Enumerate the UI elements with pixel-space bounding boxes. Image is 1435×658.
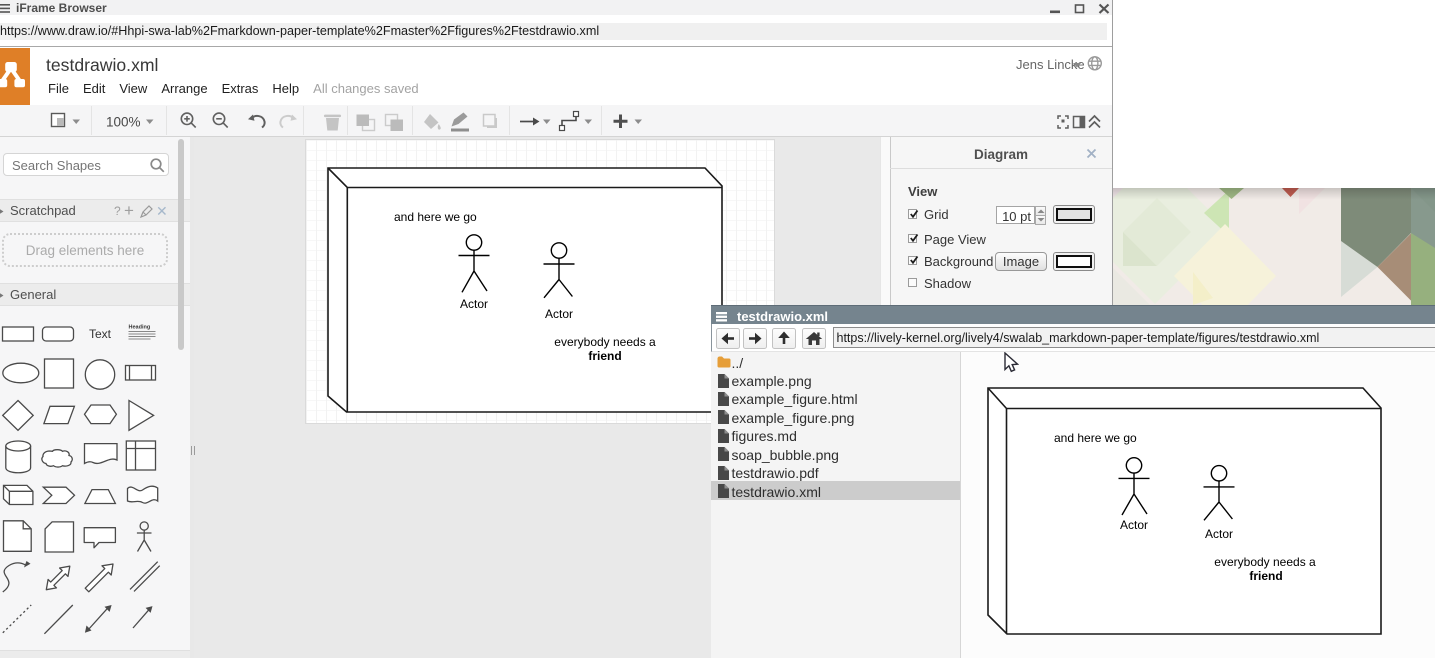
svg-text:Heading: Heading <box>129 325 151 331</box>
svg-text:and here we go: and here we go <box>1054 431 1137 445</box>
svg-text:friend: friend <box>1249 569 1282 583</box>
svg-text:everybody needs a: everybody needs a <box>554 335 656 349</box>
svg-text:100%: 100% <box>106 115 141 130</box>
svg-text:Actor: Actor <box>1204 527 1232 541</box>
svg-text:Actor: Actor <box>545 307 573 321</box>
svg-text:Actor: Actor <box>460 297 488 311</box>
svg-text:and here we go: and here we go <box>394 210 477 224</box>
svg-text:friend: friend <box>588 349 621 363</box>
svg-text:Actor: Actor <box>1119 518 1147 532</box>
svg-text:everybody needs a: everybody needs a <box>1214 555 1316 569</box>
svg-text:Text: Text <box>89 327 112 341</box>
